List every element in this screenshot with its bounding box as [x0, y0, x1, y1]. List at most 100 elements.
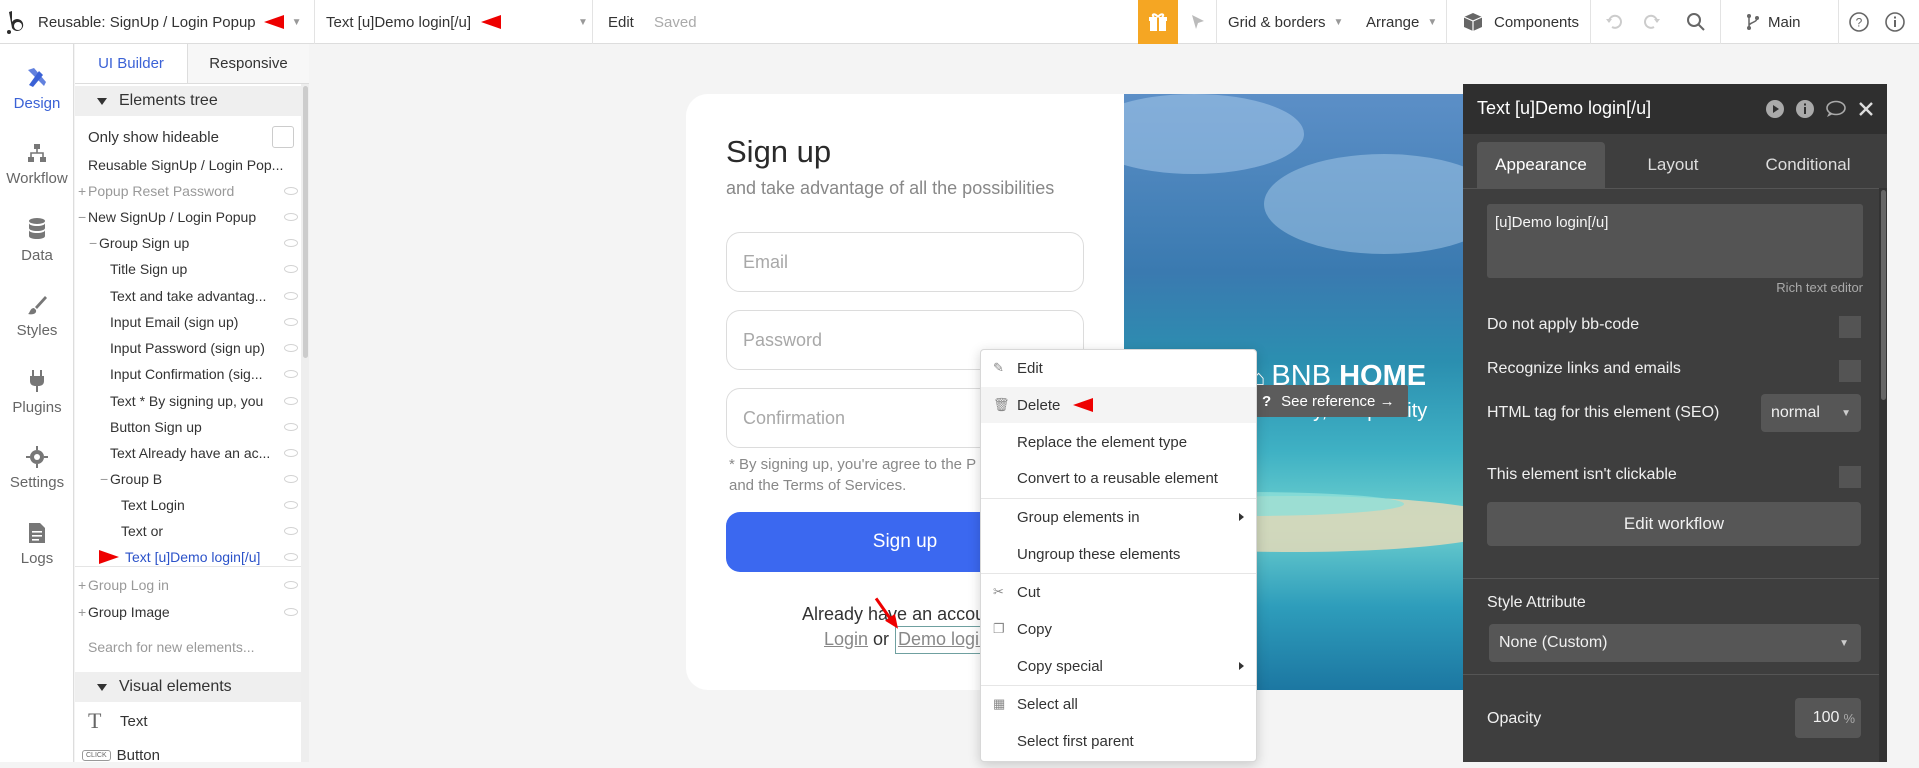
eye-icon[interactable] [284, 553, 298, 561]
visual-item-button[interactable]: CLICK Button [82, 742, 160, 768]
search-icon[interactable] [1686, 0, 1706, 44]
eye-icon[interactable] [284, 292, 298, 300]
rail-settings[interactable]: Settings [0, 430, 74, 506]
cursor-icon[interactable] [1190, 0, 1206, 44]
expand-icon[interactable]: + [78, 604, 88, 620]
page-selector[interactable]: Reusable: SignUp / Login Popup ▼ [38, 0, 312, 44]
tree-text-or[interactable]: Text or [121, 518, 294, 544]
eye-icon[interactable] [284, 213, 298, 221]
ctx-ungroup[interactable]: Ungroup these elements [981, 536, 1256, 572]
search-elements-input[interactable]: Search for new elements... [88, 634, 255, 660]
eye-icon[interactable] [284, 423, 298, 431]
tree-reusable-signup-login-popup[interactable]: Reusable SignUp / Login Pop... [88, 152, 294, 178]
eye-icon[interactable] [284, 187, 298, 195]
tree-text-by-signing-up[interactable]: Text * By signing up, you [110, 388, 294, 414]
signup-title[interactable]: Sign up [726, 134, 831, 170]
close-icon[interactable] [1858, 101, 1874, 117]
tab-layout[interactable]: Layout [1623, 142, 1723, 188]
visual-item-text[interactable]: T Text [88, 708, 148, 734]
edit-menu[interactable]: Edit [608, 0, 634, 44]
email-input[interactable]: Email [726, 232, 1084, 292]
redo-icon[interactable] [1642, 0, 1662, 44]
ctx-cut[interactable]: ✂ Cut [981, 574, 1256, 610]
play-icon[interactable] [1765, 99, 1785, 119]
rail-plugins[interactable]: Plugins [0, 354, 74, 430]
bubble-logo[interactable] [6, 0, 28, 44]
element-selector[interactable]: Text [u]Demo login[/u] ▼ [326, 0, 588, 44]
tree-input-email[interactable]: Input Email (sign up) [110, 309, 294, 335]
no-bbcode-checkbox[interactable] [1839, 316, 1861, 338]
eye-icon[interactable] [284, 527, 298, 535]
ctx-replace-type[interactable]: Replace the element type [981, 424, 1256, 460]
tree-text-login[interactable]: Text Login [121, 492, 294, 518]
collapse-icon[interactable]: − [89, 235, 99, 251]
eye-icon[interactable] [284, 265, 298, 273]
eye-icon[interactable] [284, 475, 298, 483]
signup-subtitle[interactable]: and take advantage of all the possibilit… [726, 178, 1054, 199]
collapse-icon[interactable]: − [100, 471, 110, 487]
property-editor-header[interactable]: Text [u]Demo login[/u] [1463, 84, 1887, 134]
style-attribute-select[interactable]: None (Custom) ▼ [1489, 624, 1861, 662]
not-clickable-checkbox[interactable] [1839, 466, 1861, 488]
login-link[interactable]: Login [824, 629, 868, 650]
branch-selector[interactable]: Main [1746, 0, 1801, 44]
edit-workflow-button[interactable]: Edit workflow [1487, 502, 1861, 546]
text-content-editor[interactable]: [u]Demo login[/u] [1487, 204, 1863, 278]
ctx-edit[interactable]: ✎ Edit [981, 350, 1256, 386]
ctx-copy-special[interactable]: Copy special [981, 648, 1256, 684]
collapse-icon[interactable]: − [78, 209, 88, 225]
expand-icon[interactable]: + [78, 577, 88, 593]
comment-icon[interactable] [1825, 100, 1847, 118]
html-tag-select[interactable]: normal ▼ [1761, 394, 1861, 432]
ctx-select-all[interactable]: ▦ Select all [981, 686, 1256, 722]
ctx-copy[interactable]: ❐ Copy [981, 611, 1256, 647]
tab-ui-builder[interactable]: UI Builder [75, 44, 188, 84]
tree-new-signup-login-popup[interactable]: − New SignUp / Login Popup [78, 204, 284, 230]
tree-popup-reset-password[interactable]: + Popup Reset Password [78, 178, 284, 204]
eye-icon[interactable] [284, 239, 298, 247]
tab-appearance[interactable]: Appearance [1477, 142, 1605, 188]
rail-design[interactable]: Design [0, 50, 74, 126]
recognize-links-checkbox[interactable] [1839, 360, 1861, 382]
tab-responsive[interactable]: Responsive [188, 44, 309, 84]
tree-group-b[interactable]: − Group B [100, 466, 284, 492]
ctx-select-first-parent[interactable]: Select first parent [981, 723, 1256, 759]
rail-styles[interactable]: Styles [0, 278, 74, 354]
eye-icon[interactable] [284, 449, 298, 457]
ctx-convert-reusable[interactable]: Convert to a reusable element [981, 460, 1256, 496]
rail-data[interactable]: Data [0, 202, 74, 278]
eye-icon[interactable] [284, 581, 298, 589]
undo-icon[interactable] [1604, 0, 1624, 44]
eye-icon[interactable] [284, 397, 298, 405]
terms-text-line1[interactable]: * By signing up, you're agree to the P [729, 456, 976, 473]
see-reference-tooltip[interactable]: ? See reference → [1254, 385, 1408, 417]
expand-icon[interactable]: + [78, 183, 88, 199]
rail-workflow[interactable]: Workflow [0, 126, 74, 202]
property-editor-scrollbar-thumb[interactable] [1881, 190, 1886, 400]
eye-icon[interactable] [284, 370, 298, 378]
rail-logs[interactable]: Logs [0, 506, 74, 582]
tree-scrollbar-thumb[interactable] [303, 86, 308, 358]
help-icon[interactable]: ? [1848, 0, 1870, 44]
tree-group-image[interactable]: + Group Image [78, 599, 284, 625]
ctx-group-elements-in[interactable]: Group elements in [981, 499, 1256, 535]
tree-group-log-in[interactable]: + Group Log in [78, 572, 284, 598]
components-button[interactable]: Components [1462, 0, 1579, 44]
tab-conditional[interactable]: Conditional [1745, 142, 1871, 188]
eye-icon[interactable] [284, 501, 298, 509]
only-hideable-checkbox[interactable] [272, 126, 294, 148]
visual-elements-header[interactable]: Visual elements [75, 672, 301, 702]
eye-icon[interactable] [284, 318, 298, 326]
info-icon[interactable] [1795, 99, 1815, 119]
eye-icon[interactable] [284, 344, 298, 352]
tree-text-take-advantage[interactable]: Text and take advantag... [110, 283, 294, 309]
info-icon[interactable] [1884, 0, 1906, 44]
ctx-delete[interactable]: 🗑 Delete [981, 387, 1256, 423]
tree-title-sign-up[interactable]: Title Sign up [110, 256, 294, 282]
tree-button-sign-up[interactable]: Button Sign up [110, 414, 294, 440]
elements-tree-header[interactable]: Elements tree [75, 86, 301, 116]
grid-borders-menu[interactable]: Grid & borders ▼ [1228, 0, 1343, 44]
opacity-input[interactable]: 100 % [1795, 698, 1861, 738]
arrange-menu[interactable]: Arrange ▼ [1366, 0, 1437, 44]
rich-text-editor-link[interactable]: Rich text editor [1763, 280, 1863, 295]
